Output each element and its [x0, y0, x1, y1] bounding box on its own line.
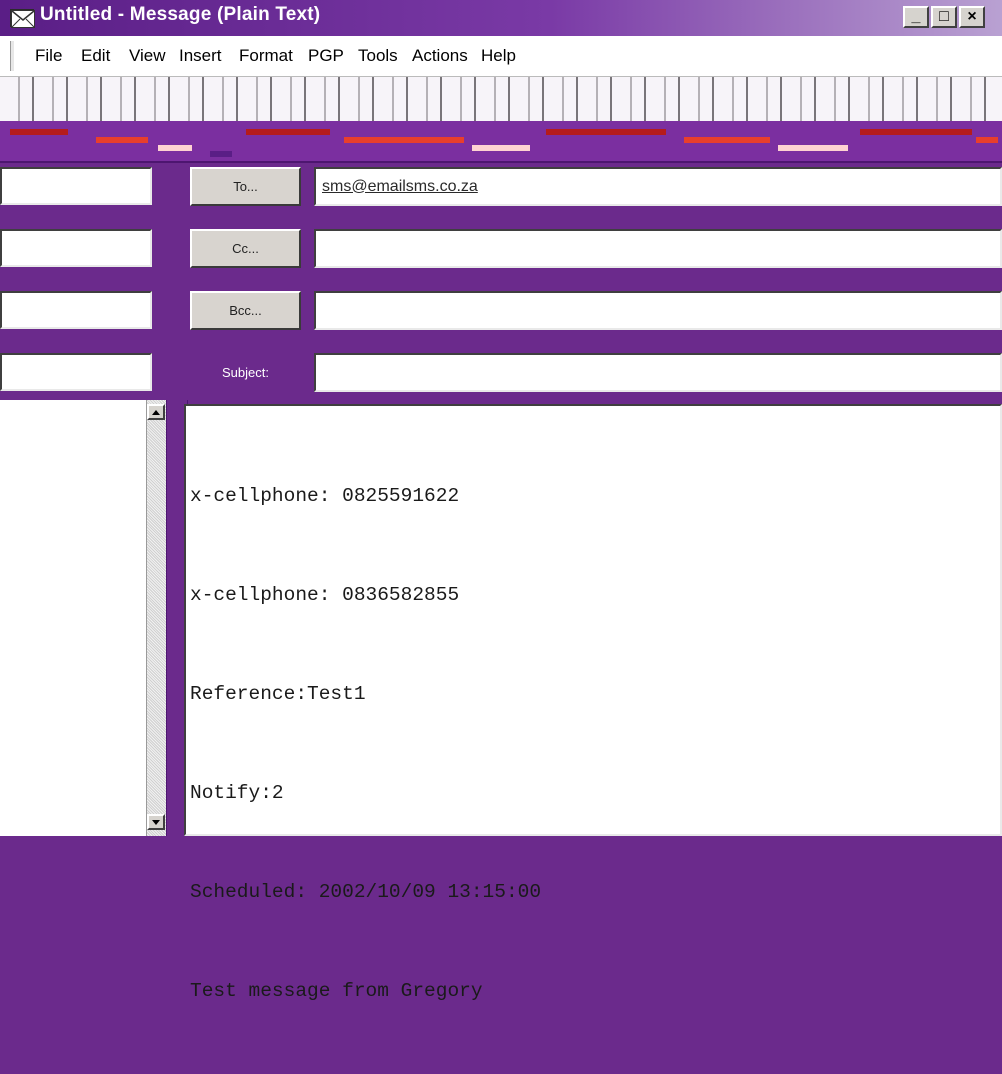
- toolbar-glitch: [472, 145, 530, 151]
- subject-field[interactable]: [314, 353, 1002, 392]
- toolbar-glitch: [158, 145, 192, 151]
- body-area: x-cellphone: 0825591622 x-cellphone: 083…: [0, 400, 1002, 1002]
- body-line: x-cellphone: 0836582855: [190, 584, 460, 606]
- menu-actions[interactable]: Actions: [412, 46, 468, 66]
- vertical-scrollbar[interactable]: [146, 400, 167, 836]
- menu-insert[interactable]: Insert: [179, 46, 222, 66]
- body-line: Test message from Gregory: [190, 980, 483, 1002]
- toolbar-glitch: [684, 137, 770, 143]
- toolbar-glitch: [546, 129, 666, 135]
- subject-label: Subject:: [222, 365, 269, 380]
- menu-help[interactable]: Help: [481, 46, 516, 66]
- maximize-icon[interactable]: □: [931, 6, 957, 28]
- body-line: Reference:Test1: [190, 683, 366, 705]
- left-field-2[interactable]: [0, 229, 152, 267]
- scroll-up-button[interactable]: [147, 404, 165, 420]
- menu-pgp[interactable]: PGP: [308, 46, 344, 66]
- left-field-1[interactable]: [0, 167, 152, 205]
- toolbar-glitch: [976, 137, 998, 143]
- toolbar-row-top: [0, 77, 1002, 121]
- message-header: To... sms@emailsms.co.za Cc... Bcc... Su…: [0, 163, 1002, 400]
- toolbar-glitch: [10, 129, 68, 135]
- toolbar-glitch: [860, 129, 972, 135]
- envelope-icon: [10, 9, 35, 28]
- menu-view[interactable]: View: [129, 46, 166, 66]
- to-button[interactable]: To...: [190, 167, 301, 206]
- minimize-icon[interactable]: _: [903, 6, 929, 28]
- left-field-4[interactable]: [0, 353, 152, 391]
- toolbar-row-bottom: [0, 121, 1002, 161]
- cc-field[interactable]: [314, 229, 1002, 268]
- left-field-3[interactable]: [0, 291, 152, 329]
- to-address[interactable]: sms@emailsms.co.za: [322, 178, 478, 196]
- menu-edit[interactable]: Edit: [81, 46, 110, 66]
- body-line: Scheduled: 2002/10/09 13:15:00: [190, 881, 542, 903]
- title-bar: Untitled - Message (Plain Text) _ □ ×: [0, 0, 1002, 37]
- menu-grip: [10, 41, 15, 71]
- menu-format[interactable]: Format: [239, 46, 293, 66]
- close-icon[interactable]: ×: [959, 6, 985, 28]
- toolbar-glitch: [96, 137, 148, 143]
- cc-button[interactable]: Cc...: [190, 229, 301, 268]
- bcc-field[interactable]: [314, 291, 1002, 330]
- toolbar-glitch: [246, 129, 330, 135]
- scroll-down-button[interactable]: [147, 814, 165, 830]
- toolbar-glitch: [344, 137, 464, 143]
- menu-tools[interactable]: Tools: [358, 46, 398, 66]
- menu-bar: File Edit View Insert Format PGP Tools A…: [0, 36, 1002, 77]
- left-pane: [0, 400, 146, 836]
- body-line: Notify:2: [190, 782, 284, 804]
- to-field[interactable]: sms@emailsms.co.za: [314, 167, 1002, 206]
- toolbar-glitch: [210, 151, 232, 157]
- message-body[interactable]: x-cellphone: 0825591622 x-cellphone: 083…: [184, 404, 1002, 1002]
- body-line: x-cellphone: 0825591622: [190, 485, 460, 507]
- menu-file[interactable]: File: [35, 46, 62, 66]
- bcc-button[interactable]: Bcc...: [190, 291, 301, 330]
- toolbar-glitch: [778, 145, 848, 151]
- window-title: Untitled - Message (Plain Text): [40, 4, 321, 25]
